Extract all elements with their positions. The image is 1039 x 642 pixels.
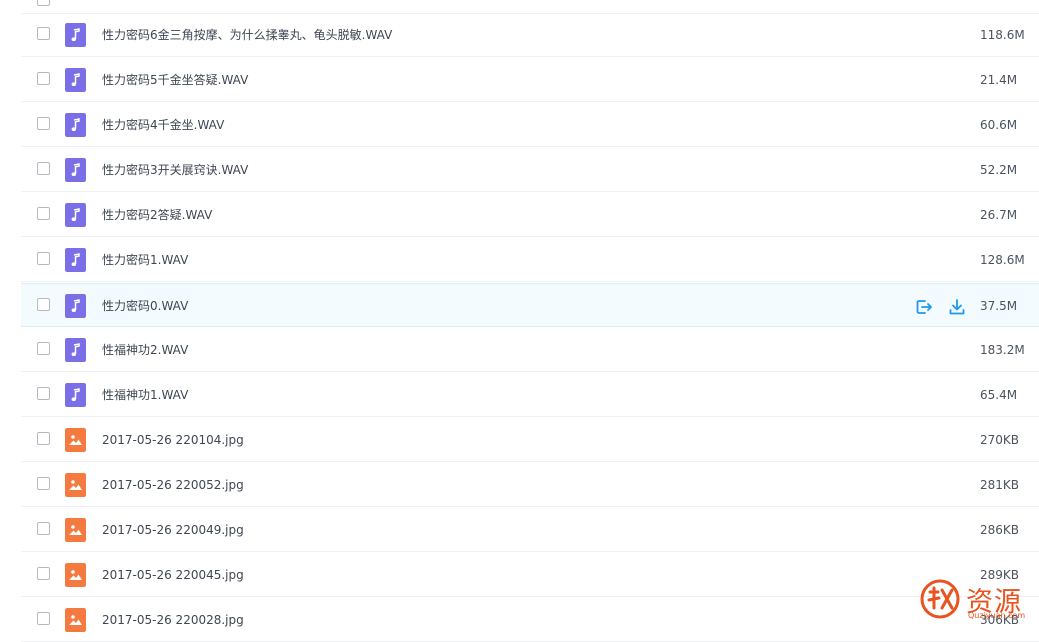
row-checkbox[interactable] [37, 207, 50, 220]
row-checkbox[interactable] [37, 477, 50, 490]
file-size: 281KB [980, 478, 1020, 492]
file-row[interactable]: 性力密码0.WAV 37.5M [21, 283, 1039, 327]
row-checkbox[interactable] [37, 567, 50, 580]
file-name[interactable]: 2017-05-26 220052.jpg [102, 463, 244, 507]
image-file-icon [65, 563, 86, 587]
file-row[interactable]: 2017-05-26 220045.jpg 289KB [21, 553, 1039, 597]
row-checkbox[interactable] [37, 298, 50, 311]
file-name[interactable]: 2017-05-26 220045.jpg [102, 553, 244, 597]
share-icon[interactable] [914, 297, 934, 317]
file-size: 65.4M [980, 388, 1018, 402]
audio-file-icon [65, 23, 86, 47]
file-row[interactable]: 性力密码5千金坐答疑.WAV 21.4M [21, 58, 1039, 102]
file-name[interactable]: 性力密码2答疑.WAV [102, 193, 212, 237]
image-file-icon [65, 428, 86, 452]
file-row[interactable]: 2017-05-26 220028.jpg 306KB [21, 598, 1039, 642]
image-file-icon [65, 518, 86, 542]
image-file-icon [65, 473, 86, 497]
download-icon[interactable] [947, 297, 967, 317]
audio-file-icon [65, 383, 86, 407]
file-row[interactable]: 性福神功2.WAV 183.2M [21, 328, 1039, 372]
row-checkbox[interactable] [37, 432, 50, 445]
row-checkbox[interactable] [37, 522, 50, 535]
watermark: 资源 Quziyuan.com [918, 578, 1039, 623]
file-name[interactable]: 性福神功2.WAV [102, 328, 188, 372]
file-size: 26.7M [980, 208, 1018, 222]
file-size: 270KB [980, 433, 1020, 447]
file-size: 21.4M [980, 73, 1018, 87]
audio-file-icon [65, 294, 86, 318]
audio-file-icon [65, 203, 86, 227]
audio-file-icon [65, 248, 86, 272]
file-name[interactable]: 2017-05-26 220049.jpg [102, 508, 244, 552]
file-row[interactable]: 性力密码3开关展窍诀.WAV 52.2M [21, 148, 1039, 192]
file-name[interactable]: 性力密码5千金坐答疑.WAV [102, 58, 248, 102]
audio-file-icon [65, 68, 86, 92]
file-row[interactable]: 性力密码2答疑.WAV 26.7M [21, 193, 1039, 237]
file-name[interactable]: 性力密码4千金坐.WAV [102, 103, 224, 147]
watermark-logo-icon [920, 579, 960, 619]
select-all-checkbox[interactable] [37, 0, 50, 6]
file-row[interactable]: 性力密码4千金坐.WAV 60.6M [21, 103, 1039, 147]
list-top-divider [21, 0, 1039, 14]
file-size: 128.6M [980, 253, 1025, 267]
row-checkbox[interactable] [37, 27, 50, 40]
row-checkbox[interactable] [37, 612, 50, 625]
watermark-url: Quziyuan.com [968, 611, 1026, 620]
file-size: 286KB [980, 523, 1020, 537]
file-size: 183.2M [980, 343, 1025, 357]
file-row[interactable]: 性力密码6金三角按摩、为什么揉睾丸、龟头脱敏.WAV 118.6M [21, 13, 1039, 57]
file-name[interactable]: 性力密码0.WAV [102, 284, 188, 328]
row-checkbox[interactable] [37, 387, 50, 400]
audio-file-icon [65, 113, 86, 137]
audio-file-icon [65, 158, 86, 182]
file-row[interactable]: 2017-05-26 220104.jpg 270KB [21, 418, 1039, 462]
file-row[interactable]: 性力密码1.WAV 128.6M [21, 238, 1039, 282]
file-name[interactable]: 2017-05-26 220104.jpg [102, 418, 244, 462]
file-row[interactable]: 2017-05-26 220049.jpg 286KB [21, 508, 1039, 552]
file-name[interactable]: 性力密码6金三角按摩、为什么揉睾丸、龟头脱敏.WAV [102, 13, 392, 57]
row-checkbox[interactable] [37, 252, 50, 265]
file-name[interactable]: 性力密码1.WAV [102, 238, 188, 282]
file-size: 52.2M [980, 163, 1018, 177]
file-name[interactable]: 2017-05-26 220028.jpg [102, 598, 244, 642]
file-name[interactable]: 性福神功1.WAV [102, 373, 188, 417]
audio-file-icon [65, 338, 86, 362]
file-size: 60.6M [980, 118, 1018, 132]
file-name[interactable]: 性力密码3开关展窍诀.WAV [102, 148, 248, 192]
file-size: 118.6M [980, 28, 1025, 42]
image-file-icon [65, 608, 86, 632]
file-row[interactable]: 2017-05-26 220052.jpg 281KB [21, 463, 1039, 507]
row-checkbox[interactable] [37, 342, 50, 355]
file-size: 37.5M [980, 299, 1018, 313]
file-row[interactable]: 性福神功1.WAV 65.4M [21, 373, 1039, 417]
row-checkbox[interactable] [37, 72, 50, 85]
row-checkbox[interactable] [37, 117, 50, 130]
row-checkbox[interactable] [37, 162, 50, 175]
